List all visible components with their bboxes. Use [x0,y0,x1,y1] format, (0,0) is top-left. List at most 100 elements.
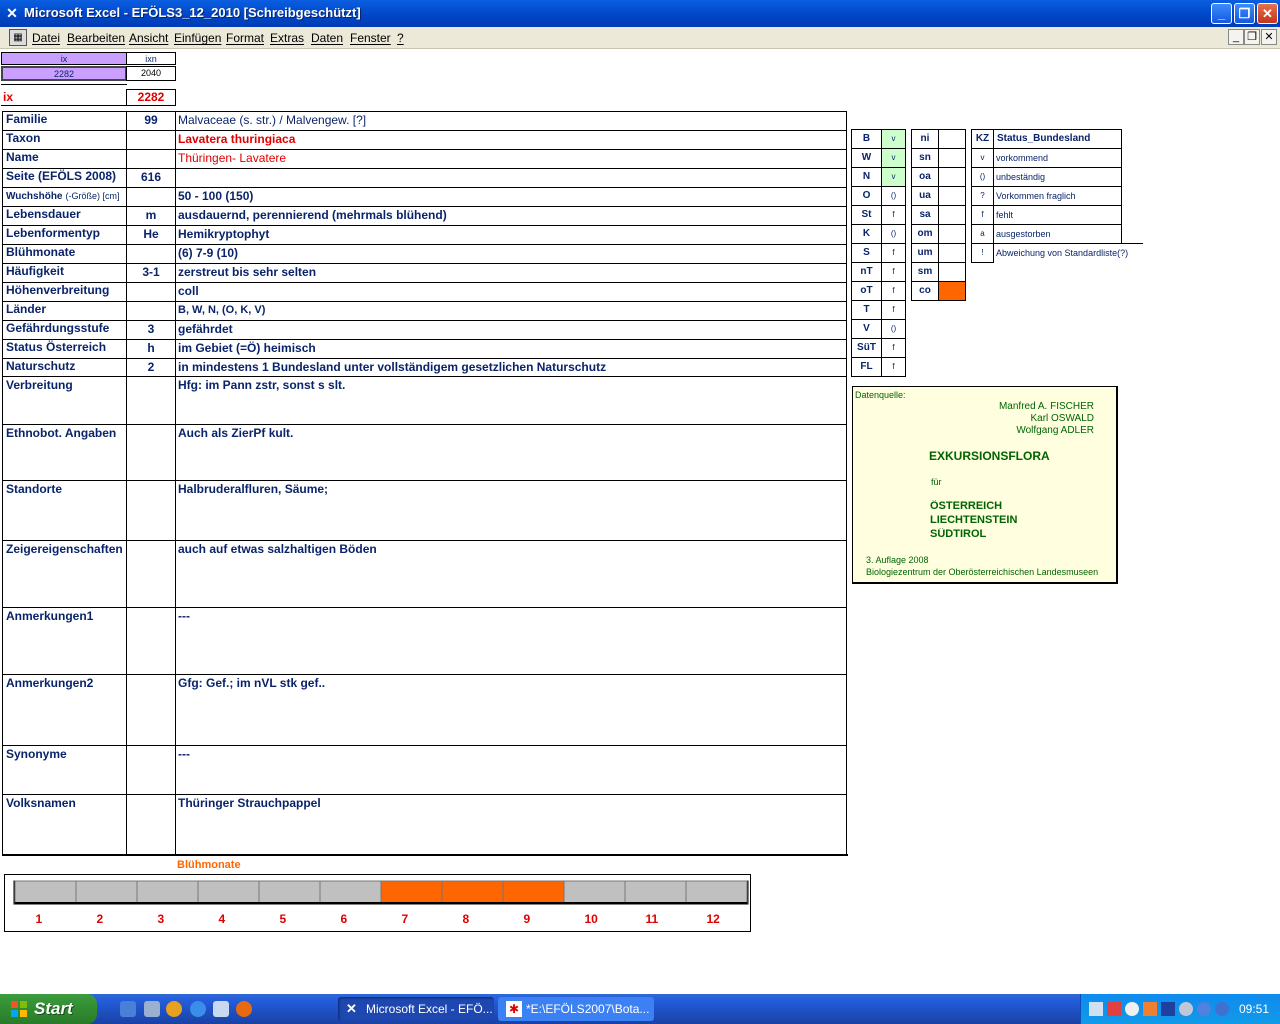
state-code-cell[interactable]: N [851,167,882,187]
state-value-cell[interactable]: f [881,205,906,225]
row-code-cell[interactable]: 616 [126,168,175,188]
legend-text-cell[interactable]: unbeständig [993,167,1122,187]
row-code-cell[interactable] [126,301,175,321]
tray-icon[interactable] [1179,1002,1193,1016]
row-value-cell[interactable]: Lavatera thuringiaca [175,130,847,150]
row-code-cell[interactable] [126,745,175,795]
row-code-cell[interactable] [126,607,175,675]
quicklaunch-icon[interactable] [144,1001,160,1017]
row-value-cell[interactable]: ausdauernd, perennierend (mehrmals blühe… [175,206,847,226]
row-code-cell[interactable]: 3-1 [126,263,175,283]
ixn-header-cell[interactable]: ixn [126,52,176,65]
start-button[interactable]: Start [0,994,97,1024]
row-value-cell[interactable]: --- [175,745,847,795]
row-label[interactable]: Familie [2,111,126,131]
row-label[interactable]: Anmerkungen1 [2,607,126,675]
region-code-cell[interactable]: sm [911,262,939,282]
region-value-cell[interactable] [938,148,966,168]
state-code-cell[interactable]: S [851,243,882,263]
tray-icon[interactable] [1197,1002,1211,1016]
ix-header-cell[interactable]: ix [1,52,127,65]
tray-icon[interactable] [1107,1002,1121,1016]
state-code-cell[interactable]: K [851,224,882,244]
legend-kz-cell[interactable]: ? [971,186,994,206]
network-icon[interactable] [1089,1002,1103,1016]
region-value-cell[interactable] [938,281,966,301]
row-value-cell[interactable]: coll [175,282,847,302]
row-value-cell[interactable]: Halbruderalfluren, Säume; [175,480,847,541]
row-label[interactable]: Blühmonate [2,244,126,264]
row-code-cell[interactable] [126,149,175,169]
region-code-cell[interactable]: sn [911,148,939,168]
state-value-cell[interactable]: v [881,148,906,168]
region-code-cell[interactable]: ua [911,186,939,206]
row-value-cell[interactable]: in mindestens 1 Bundesland unter vollstä… [175,358,847,377]
row-label[interactable]: Naturschutz [2,358,126,377]
row-value-cell[interactable]: (6) 7-9 (10) [175,244,847,264]
legend-text-cell[interactable]: ausgestorben [993,224,1122,244]
row-value-cell[interactable]: Thüringen- Lavatere [175,149,847,169]
ix-value-cell[interactable]: 2282 [126,89,176,106]
row-code-cell[interactable]: He [126,225,175,245]
state-value-cell[interactable]: v [881,167,906,187]
row-code-cell[interactable] [126,187,175,207]
state-code-cell[interactable]: FL [851,357,882,377]
internet-explorer-icon[interactable] [190,1001,206,1017]
menu-einfuegen[interactable]: Einfügen [174,31,221,45]
row-value-cell[interactable]: Thüringer Strauchpappel [175,794,847,856]
row-label[interactable]: Zeigereigenschaften [2,540,126,608]
row-label[interactable]: Häufigkeit [2,263,126,283]
state-value-cell[interactable]: () [881,186,906,206]
region-value-cell[interactable] [938,262,966,282]
region-value-cell[interactable] [938,186,966,206]
menu-format[interactable]: Format [226,31,264,45]
menu-bearbeiten[interactable]: Bearbeiten [67,31,125,45]
maximize-button[interactable]: ❐ [1234,3,1255,24]
region-value-cell[interactable] [938,224,966,244]
legend-text-cell[interactable]: Vorkommen fraglich [993,186,1122,206]
row-label[interactable]: Taxon [2,130,126,150]
row-value-cell[interactable]: Hemikryptophyt [175,225,847,245]
row-label[interactable]: Standorte [2,480,126,541]
legend-kz-cell[interactable]: v [971,148,994,168]
state-code-cell[interactable]: nT [851,262,882,282]
firefox-icon[interactable] [236,1001,252,1017]
menu-fenster[interactable]: Fenster [350,31,391,45]
row-code-cell[interactable]: m [126,206,175,226]
legend-kz-cell[interactable]: ! [971,243,994,263]
tray-icon[interactable] [1143,1002,1157,1016]
row-code-cell[interactable] [126,376,175,425]
row-code-cell[interactable] [126,540,175,608]
row-code-cell[interactable] [126,244,175,264]
row-value-cell[interactable]: Auch als ZierPf kult. [175,424,847,481]
region-code-cell[interactable]: co [911,281,939,301]
state-code-cell[interactable]: B [851,129,882,149]
row-label[interactable]: Anmerkungen2 [2,674,126,746]
row-code-cell[interactable]: 2 [126,358,175,377]
region-code-cell[interactable]: oa [911,167,939,187]
clock[interactable]: 09:51 [1239,1002,1269,1016]
row-label[interactable]: Lebensdauer [2,206,126,226]
row-label[interactable]: Seite (EFÖLS 2008) [2,168,126,188]
close-button[interactable]: ✕ [1257,3,1278,24]
row-label[interactable]: Wuchshöhe (-Größe) [cm] [2,187,126,207]
row-label[interactable]: Gefährdungsstufe [2,320,126,340]
menu-help[interactable]: ? [397,31,404,45]
region-value-cell[interactable] [938,243,966,263]
row-value-cell[interactable]: Gfg: Gef.; im nVL stk gef.. [175,674,847,746]
row-label[interactable]: Status Österreich [2,339,126,359]
state-value-cell[interactable]: f [881,243,906,263]
state-value-cell[interactable]: f [881,262,906,282]
row-label[interactable]: Ethnobot. Angaben [2,424,126,481]
row-value-cell[interactable] [175,168,847,188]
region-code-cell[interactable]: om [911,224,939,244]
row-label[interactable]: Lebenformentyp [2,225,126,245]
row-code-cell[interactable] [126,794,175,856]
legend-text-cell[interactable]: Abweichung von Standardliste(?) [993,243,1143,263]
state-value-cell[interactable]: f [881,281,906,301]
row-label[interactable]: Verbreitung [2,376,126,425]
legend-kz-cell[interactable]: () [971,167,994,187]
menu-datei[interactable]: Datei [32,31,60,45]
excel-icon[interactable]: ✕ [4,5,20,21]
row-label[interactable]: Länder [2,301,126,321]
